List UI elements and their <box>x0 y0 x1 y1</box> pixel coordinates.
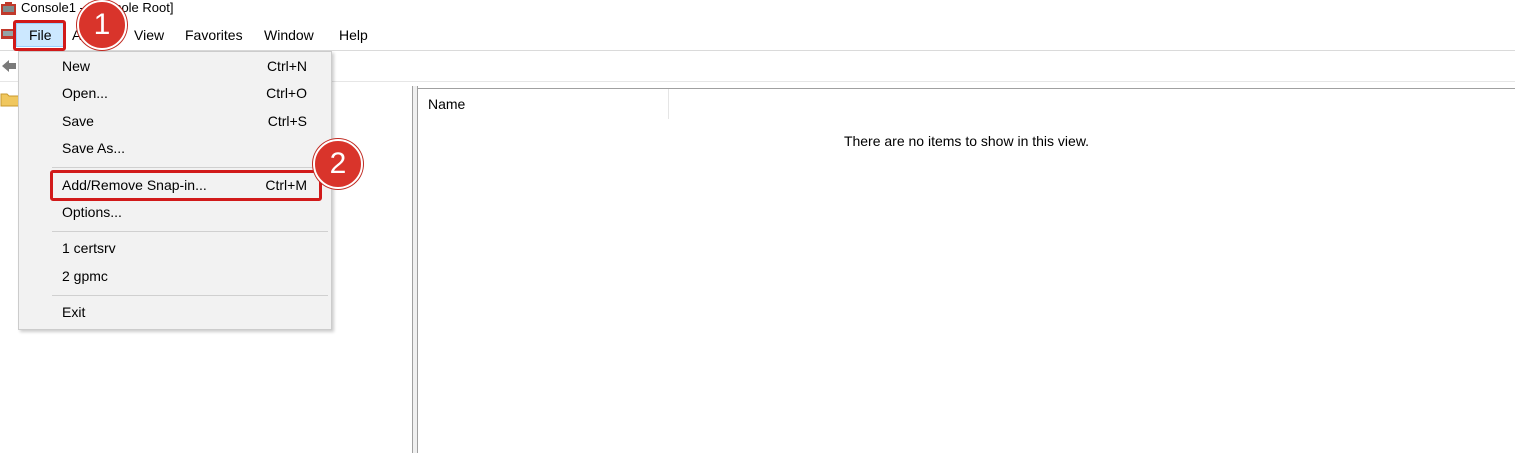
menu-window[interactable]: Window <box>258 24 320 46</box>
menu-help[interactable]: Help <box>333 24 374 46</box>
menu-item-label: Save As... <box>62 140 126 156</box>
menu-view[interactable]: View <box>128 24 170 46</box>
menu-item-save[interactable]: Save Ctrl+S <box>19 109 331 135</box>
menu-item-label: New <box>62 58 91 74</box>
back-arrow-icon[interactable] <box>0 57 18 75</box>
menu-separator <box>52 295 328 296</box>
results-pane: Name There are no items to show in this … <box>418 88 1515 454</box>
menu-item-options[interactable]: Options... <box>19 200 331 226</box>
highlight-file-menu <box>13 20 66 51</box>
menu-item-shortcut: Ctrl+O <box>266 85 307 101</box>
menu-item-shortcut: Ctrl+S <box>267 113 307 129</box>
menu-favorites[interactable]: Favorites <box>179 24 249 46</box>
menu-item-new[interactable]: New Ctrl+N <box>19 54 331 80</box>
menu-item-label: Open... <box>62 85 108 101</box>
menu-bar: File Action View Favorites Window Help <box>0 20 1515 51</box>
empty-view-message: There are no items to show in this view. <box>843 133 1090 149</box>
menu-item-open[interactable]: Open... Ctrl+O <box>19 81 331 107</box>
menu-item-label: Options... <box>62 204 122 220</box>
menu-separator <box>52 167 328 168</box>
step-badge-2: 2 <box>313 139 363 189</box>
menu-item-label: Save <box>62 113 94 129</box>
menu-item-save-as[interactable]: Save As... <box>19 136 331 162</box>
step-badge-1: 1 <box>77 0 127 50</box>
menu-item-shortcut: Ctrl+N <box>266 58 307 74</box>
menu-item-recent-gpmc[interactable]: 2 gpmc <box>19 264 331 290</box>
highlight-add-remove-snap-in <box>50 170 322 201</box>
column-header-name[interactable]: Name <box>418 89 669 119</box>
title-bar: Console1 - [Console Root] <box>0 0 1515 20</box>
menu-item-label: 1 certsrv <box>62 240 116 256</box>
menu-separator <box>52 231 328 232</box>
menu-item-label: 2 gpmc <box>62 268 108 284</box>
menu-item-label: Exit <box>62 304 86 320</box>
mmc-console-icon <box>1 2 16 15</box>
column-header-label: Name <box>428 96 466 112</box>
menu-item-recent-certsrv[interactable]: 1 certsrv <box>19 236 331 262</box>
folder-icon[interactable] <box>0 91 20 107</box>
menu-item-exit[interactable]: Exit <box>19 300 331 326</box>
